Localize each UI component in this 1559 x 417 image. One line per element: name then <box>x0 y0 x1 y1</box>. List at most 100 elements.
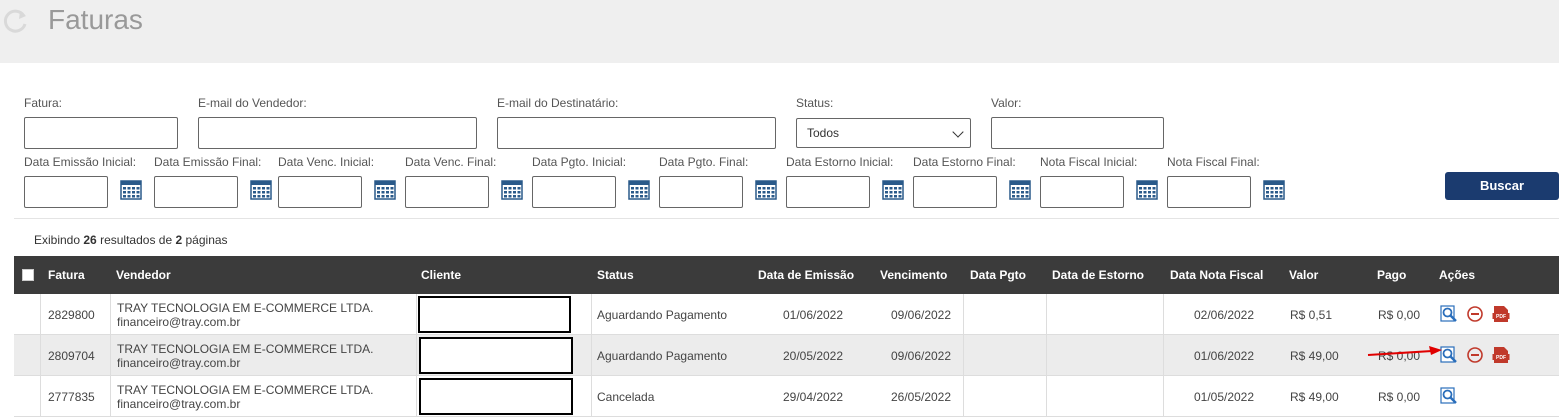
vendor-email: financeiro@tray.com.br <box>117 355 241 370</box>
cell-nota: 01/06/2022 <box>1193 348 1255 363</box>
cell-fatura: 2829800 <box>48 307 95 322</box>
cell-divider <box>110 294 111 335</box>
date-filter-input[interactable] <box>278 176 362 208</box>
calendar-icon[interactable] <box>755 180 777 200</box>
cell-divider <box>591 294 592 335</box>
refresh-icon[interactable] <box>2 6 30 34</box>
col-data-nota-fiscal[interactable]: Data Nota Fiscal <box>1170 256 1263 294</box>
cell-divider <box>40 335 41 376</box>
date-filter-input[interactable] <box>1167 176 1251 208</box>
pages-count: 2 <box>175 233 183 247</box>
status-label: Status: <box>796 96 834 110</box>
cell-valor: R$ 0,51 <box>1290 307 1333 322</box>
email-destinatario-input[interactable] <box>497 117 776 149</box>
table-row[interactable]: 2809704 Aguardando Pagamento 20/05/2022 09/… <box>14 335 1559 376</box>
select-all-checkbox[interactable] <box>22 269 34 281</box>
vendor-name: TRAY TECNOLOGIA EM E-COMMERCE LTDA. <box>117 382 374 397</box>
cell-emissao: 20/05/2022 <box>782 348 844 363</box>
date-filter-label: Data Venc. Final: <box>405 155 497 169</box>
cell-divider <box>1046 294 1047 335</box>
view-invoice-icon[interactable] <box>1440 387 1458 405</box>
cell-vendedor: TRAY TECNOLOGIA EM E-COMMERCE LTDA. finan… <box>117 376 407 417</box>
email-destinatario-label: E-mail do Destinatário: <box>497 96 619 110</box>
date-filter-input[interactable] <box>659 176 743 208</box>
cell-divider <box>1046 376 1047 417</box>
cell-pago: R$ 0,00 <box>1378 389 1421 404</box>
date-filter-label: Data Pgto. Final: <box>659 155 749 169</box>
calendar-icon[interactable] <box>250 180 272 200</box>
cell-vendedor: TRAY TECNOLOGIA EM E-COMMERCE LTDA. finan… <box>117 294 407 335</box>
cell-divider <box>40 376 41 417</box>
fatura-label: Fatura: <box>24 96 63 110</box>
vendor-name: TRAY TECNOLOGIA EM E-COMMERCE LTDA. <box>117 341 374 356</box>
calendar-icon[interactable] <box>1263 180 1285 200</box>
date-filter-input[interactable] <box>24 176 108 208</box>
cell-divider <box>416 376 417 417</box>
cancel-icon[interactable] <box>1466 346 1484 364</box>
calendar-icon[interactable] <box>882 180 904 200</box>
calendar-icon[interactable] <box>1136 180 1158 200</box>
results-summary: Exibindo 26 resultados de 2 páginas <box>34 233 228 247</box>
col-data-emissao[interactable]: Data de Emissão <box>758 256 854 294</box>
svg-text:PDF: PDF <box>1496 355 1506 361</box>
cell-valor: R$ 49,00 <box>1290 348 1339 363</box>
date-filter-input[interactable] <box>1040 176 1124 208</box>
date-filter-input[interactable] <box>913 176 997 208</box>
col-fatura[interactable]: Fatura <box>48 256 85 294</box>
status-select[interactable]: Todos <box>796 118 971 148</box>
table-row[interactable]: 2777835 Cancelada 29/04/2022 26/05/2022 01/0… <box>14 376 1559 417</box>
search-button[interactable]: Buscar <box>1445 172 1559 200</box>
view-invoice-icon[interactable] <box>1440 305 1458 323</box>
table-header: Fatura Vendedor Cliente Status Data de E… <box>14 256 1559 294</box>
cell-divider <box>416 294 417 335</box>
col-vendedor[interactable]: Vendedor <box>116 256 171 294</box>
divider <box>14 218 1559 219</box>
cell-emissao: 01/06/2022 <box>782 307 844 322</box>
cliente-redacted <box>418 296 571 333</box>
cell-divider <box>416 335 417 376</box>
cell-fatura: 2809704 <box>48 348 95 363</box>
cell-divider <box>963 335 964 376</box>
col-data-estorno[interactable]: Data de Estorno <box>1052 256 1144 294</box>
calendar-icon[interactable] <box>628 180 650 200</box>
vendor-name: TRAY TECNOLOGIA EM E-COMMERCE LTDA. <box>117 300 374 315</box>
annotation-arrow <box>1367 346 1442 356</box>
email-vendedor-input[interactable] <box>198 117 477 149</box>
summary-middle: resultados de <box>100 233 173 247</box>
calendar-icon[interactable] <box>501 180 523 200</box>
pdf-icon[interactable]: PDF <box>1492 346 1510 364</box>
date-filter-label: Nota Fiscal Inicial: <box>1040 155 1138 169</box>
cell-valor: R$ 49,00 <box>1290 389 1339 404</box>
fatura-input[interactable] <box>24 117 178 149</box>
cell-pago: R$ 0,00 <box>1378 307 1421 322</box>
date-filter-input[interactable] <box>786 176 870 208</box>
valor-label: Valor: <box>991 96 1022 110</box>
cell-divider <box>110 376 111 417</box>
col-data-pgto[interactable]: Data Pgto <box>970 256 1026 294</box>
calendar-icon[interactable] <box>120 180 142 200</box>
col-pago[interactable]: Pago <box>1377 256 1406 294</box>
date-filter-input[interactable] <box>532 176 616 208</box>
table-row[interactable]: 2829800 Aguardando Pagamento 01/06/2022 09/… <box>14 294 1559 335</box>
cliente-redacted <box>419 337 573 374</box>
page-title: Faturas <box>48 4 143 35</box>
chevron-down-icon <box>952 126 964 138</box>
col-status[interactable]: Status <box>597 256 634 294</box>
col-cliente[interactable]: Cliente <box>421 256 461 294</box>
date-filter-input[interactable] <box>405 176 489 208</box>
date-filter-input[interactable] <box>154 176 238 208</box>
date-filter-label: Data Emissão Inicial: <box>24 155 137 169</box>
vendor-email: financeiro@tray.com.br <box>117 314 241 329</box>
cell-divider <box>963 294 964 335</box>
calendar-icon[interactable] <box>1009 180 1031 200</box>
results-count: 26 <box>83 233 97 247</box>
pdf-icon[interactable]: PDF <box>1492 305 1510 323</box>
date-filter-label: Data Estorno Final: <box>913 155 1016 169</box>
cell-divider <box>591 376 592 417</box>
col-valor[interactable]: Valor <box>1289 256 1318 294</box>
valor-input[interactable] <box>991 117 1164 149</box>
cancel-icon[interactable] <box>1466 305 1484 323</box>
cell-vencimento: 26/05/2022 <box>890 389 952 404</box>
col-vencimento[interactable]: Vencimento <box>880 256 947 294</box>
calendar-icon[interactable] <box>374 180 396 200</box>
